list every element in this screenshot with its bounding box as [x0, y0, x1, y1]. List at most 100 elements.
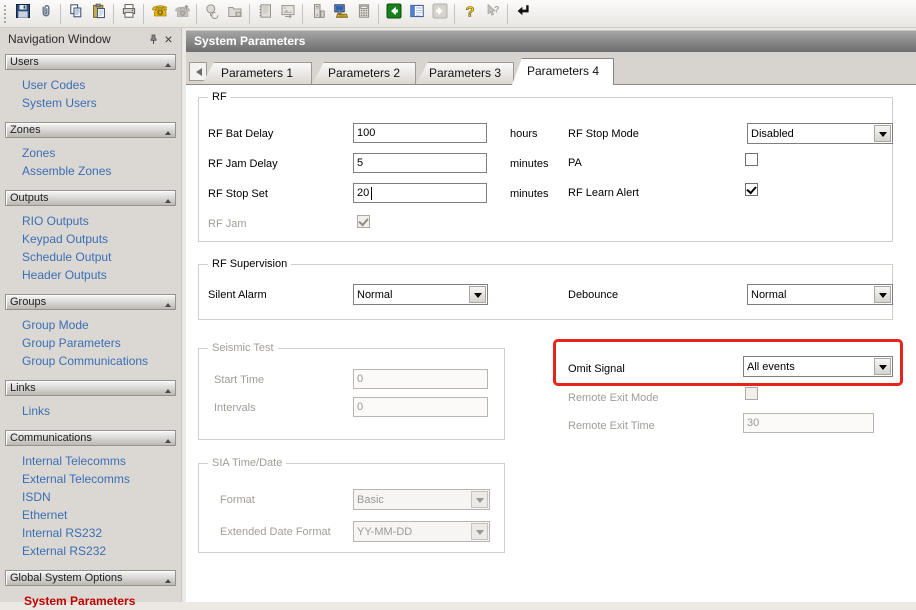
format-select: Basic [353, 489, 490, 510]
event-log-button [253, 2, 276, 25]
nav-item-ethernet[interactable]: Ethernet [0, 506, 181, 524]
nav-item-system-users[interactable]: System Users [0, 94, 181, 112]
dropdown-arrow-icon[interactable] [874, 286, 891, 303]
nav-forward-icon [432, 3, 448, 24]
rf-jam-checkbox [357, 215, 370, 228]
silent-alarm-select[interactable]: Normal [353, 284, 488, 305]
rf-supervision-legend: RF Supervision [208, 257, 291, 271]
rf-stop-mode-select[interactable]: Disabled [747, 123, 893, 144]
help-button[interactable]: ? [458, 2, 481, 25]
save-button[interactable] [11, 2, 34, 25]
svg-text:?: ? [494, 5, 500, 15]
nav-item-group-parameters[interactable]: Group Parameters [0, 334, 181, 352]
rf-jam-label: RF Jam [208, 217, 247, 231]
attachment-button[interactable] [34, 2, 57, 25]
attachment-icon [38, 3, 54, 24]
tab-strip: Parameters 1 Parameters 2 Parameters 3 P… [186, 52, 916, 84]
parameters-4-page: RF RF Bat Delay hours RF Jam Delay minut… [186, 84, 916, 602]
balloon-icon [204, 3, 220, 24]
nav-item-schedule-output[interactable]: Schedule Output [0, 248, 181, 266]
navigation-window-title: Navigation Window [8, 32, 111, 46]
collapse-icon [165, 196, 171, 203]
page-title: System Parameters [186, 30, 916, 52]
context-help-button: ? [481, 2, 504, 25]
pa-label: PA [568, 156, 582, 170]
omit-signal-label: Omit Signal [568, 362, 625, 376]
calculator-button [352, 2, 375, 25]
debounce-select[interactable]: Normal [747, 284, 893, 305]
navigation-window: Navigation Window Users User Codes Syste… [0, 28, 182, 602]
data-view-button[interactable] [405, 2, 428, 25]
rf-learn-alert-checkbox[interactable] [745, 183, 758, 196]
collapse-icon [165, 436, 171, 443]
nav-item-assemble-zones[interactable]: Assemble Zones [0, 162, 181, 180]
application-window: { "toolbar": { "icons": [ {"name": "save… [0, 0, 916, 602]
nav-item-internal-telecomms[interactable]: Internal Telecomms [0, 452, 181, 470]
collapse-icon [165, 300, 171, 307]
pin-icon[interactable] [146, 32, 161, 47]
nav-section-outputs[interactable]: Outputs [5, 190, 176, 206]
tab-scroll-left-button[interactable] [189, 62, 207, 81]
folder-icon [227, 3, 243, 24]
nav-section-global-system-options[interactable]: Global System Options [5, 570, 176, 586]
nav-back-icon [386, 3, 402, 24]
nav-item-user-codes[interactable]: User Codes [0, 76, 181, 94]
main-panel: System Parameters Parameters 1 Parameter… [186, 28, 916, 602]
nav-item-group-mode[interactable]: Group Mode [0, 316, 181, 334]
toolbar-separator [507, 4, 508, 24]
nav-item-keypad-outputs[interactable]: Keypad Outputs [0, 230, 181, 248]
nav-section-groups[interactable]: Groups [5, 294, 176, 310]
rf-jam-delay-input[interactable] [353, 153, 487, 173]
seismic-test-group: Seismic Test [198, 348, 505, 440]
nav-item-header-outputs[interactable]: Header Outputs [0, 266, 181, 284]
nav-item-internal-rs232[interactable]: Internal RS232 [0, 524, 181, 542]
omit-signal-select[interactable]: All events [743, 356, 893, 377]
nav-item-zones[interactable]: Zones [0, 144, 181, 162]
tab-parameters-2[interactable]: Parameters 2 [312, 62, 416, 84]
nav-item-external-telecomms[interactable]: External Telecomms [0, 470, 181, 488]
exit-button[interactable] [511, 2, 534, 25]
nav-item-system-parameters[interactable]: System Parameters [0, 592, 181, 610]
rf-learn-alert-label: RF Learn Alert [568, 186, 639, 200]
event-log-icon [257, 3, 273, 24]
nav-item-links[interactable]: Links [0, 402, 181, 420]
nav-section-zones[interactable]: Zones [5, 122, 176, 138]
tab-parameters-3[interactable]: Parameters 3 [416, 62, 514, 84]
pa-checkbox[interactable] [745, 153, 758, 166]
rf-bat-delay-input[interactable] [353, 123, 487, 143]
toolbar-grip[interactable] [4, 5, 7, 23]
nav-item-group-communications[interactable]: Group Communications [0, 352, 181, 370]
tab-parameters-4[interactable]: Parameters 4 [512, 58, 614, 85]
collapse-icon [165, 60, 171, 67]
svg-text:☎: ☎ [151, 3, 167, 19]
help-icon: ? [462, 3, 478, 24]
seismic-test-legend: Seismic Test [208, 341, 278, 355]
paste-button[interactable] [87, 2, 110, 25]
nav-item-isdn[interactable]: ISDN [0, 488, 181, 506]
phone-connect-button[interactable]: ☎ [147, 2, 170, 25]
toolbar-separator [60, 4, 61, 24]
nav-item-rio-outputs[interactable]: RIO Outputs [0, 212, 181, 230]
dropdown-arrow-icon[interactable] [874, 358, 891, 375]
dropdown-arrow-icon[interactable] [874, 125, 891, 142]
nav-section-users[interactable]: Users [5, 54, 176, 70]
extended-date-format-label: Extended Date Format [220, 525, 331, 539]
pc-comms-button[interactable] [329, 2, 352, 25]
calculator-icon [356, 3, 372, 24]
rf-bat-delay-unit: hours [510, 127, 538, 141]
tab-parameters-1[interactable]: Parameters 1 [202, 62, 312, 84]
collapse-icon [165, 128, 171, 135]
dropdown-arrow-icon[interactable] [469, 286, 486, 303]
close-icon[interactable] [161, 32, 176, 47]
rf-stop-set-input[interactable] [353, 183, 487, 203]
toolbar-separator [249, 4, 250, 24]
nav-item-external-rs232[interactable]: External RS232 [0, 542, 181, 560]
format-label: Format [220, 493, 255, 507]
nav-section-links[interactable]: Links [5, 380, 176, 396]
nav-section-communications[interactable]: Communications [5, 430, 176, 446]
nav-back-button[interactable] [382, 2, 405, 25]
print-button[interactable] [117, 2, 140, 25]
print-icon [121, 3, 137, 24]
balloon-button [200, 2, 223, 25]
copy-button[interactable] [64, 2, 87, 25]
